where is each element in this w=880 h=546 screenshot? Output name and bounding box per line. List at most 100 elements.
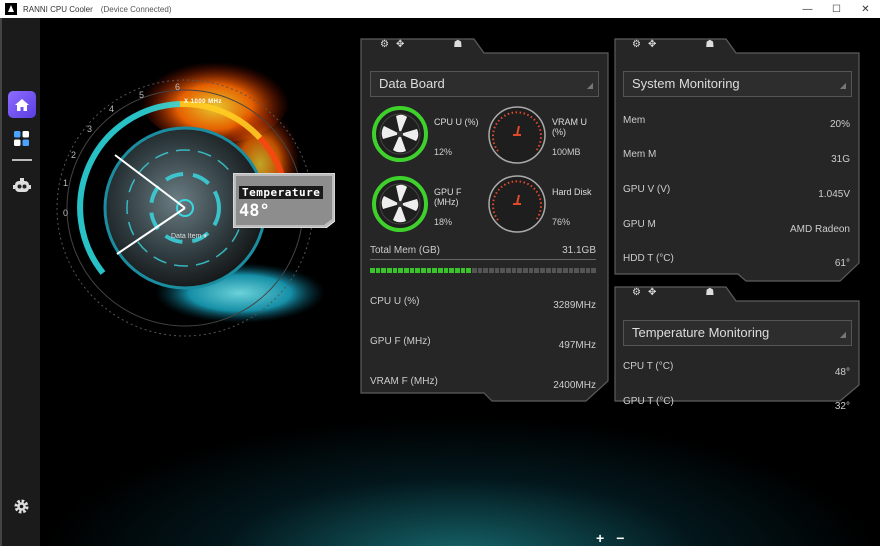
mascot-icon[interactable]: ☗	[453, 39, 462, 50]
cpu-usage-fan-dial	[372, 106, 428, 162]
panel-title: Temperature Monitoring ◢	[623, 320, 852, 346]
temp-row-value: 48°	[834, 367, 850, 378]
resize-icon[interactable]: ◢	[840, 323, 846, 347]
data-row-value: 497MHz	[558, 340, 596, 351]
total-mem-bar-segment	[579, 268, 585, 273]
dial-value: 12%	[434, 147, 453, 157]
system-row-value: 31G	[831, 154, 850, 165]
temperature-value: 48°	[239, 201, 270, 221]
total-mem-bar-segment	[477, 268, 483, 273]
data-item-label: Data Item	[171, 233, 202, 240]
panel-title-text: System Monitoring	[632, 76, 740, 91]
panel-title-text: Temperature Monitoring	[632, 325, 770, 340]
gear-icon	[14, 499, 29, 514]
gear-icon[interactable]: ⚙	[380, 39, 389, 50]
system-row-value: AMD Radeon	[789, 224, 850, 235]
background-glow	[40, 416, 880, 546]
main-area: 0 1 2 3 4 5 6 X 1000 MHz Data Item ▾ Tem…	[40, 18, 880, 546]
dial-value: 100MB	[552, 147, 581, 157]
resize-icon[interactable]: ◢	[587, 74, 593, 98]
system-row-label: Mem	[623, 115, 646, 126]
total-mem-bar-segment	[449, 268, 455, 273]
total-mem-bar-segment	[489, 268, 494, 273]
total-mem-bar-segment	[517, 268, 523, 273]
move-icon[interactable]: ✥	[648, 39, 656, 50]
gear-icon[interactable]: ⚙	[632, 39, 641, 50]
minimize-button[interactable]: —	[793, 0, 822, 18]
dial-label: GPU F (MHz)	[434, 187, 462, 207]
data-row-label: VRAM F (MHz)	[370, 376, 438, 387]
remove-widget-button[interactable]: −	[616, 530, 624, 546]
temperature-badge: Temperature 48°	[233, 173, 335, 228]
temp-row-label: GPU T (°C)	[623, 396, 674, 407]
gauge-tick: 5	[139, 90, 144, 100]
total-mem-bar-segment	[591, 268, 596, 273]
maximize-button[interactable]: ☐	[822, 0, 851, 18]
temperature-label: Temperature	[239, 186, 323, 199]
total-mem-bar-segment	[528, 268, 534, 273]
home-button[interactable]	[8, 91, 36, 118]
system-row-label: HDD T (°C)	[623, 253, 674, 264]
mascot-icon[interactable]: ☗	[705, 39, 714, 50]
apps-icon	[14, 131, 29, 146]
total-mem-bar-segment	[415, 268, 421, 273]
system-row-value: 20%	[829, 119, 850, 130]
app-logo-icon	[5, 3, 17, 15]
panel-title-text: Data Board	[379, 76, 445, 91]
total-mem-bar-segment	[562, 268, 568, 273]
hard-disk-needle-dial	[488, 175, 546, 233]
temperature-monitoring-panel: ⚙ ✥ ☗ Temperature Monitoring ◢ CPU T (°C…	[614, 285, 860, 412]
gauge-tick: 1	[63, 178, 68, 188]
system-row-value: 1.045V	[818, 189, 850, 200]
total-mem-bar-segment	[545, 268, 551, 273]
total-mem-bar-segment	[398, 268, 404, 273]
total-mem-bar-segment	[568, 268, 574, 273]
move-icon[interactable]: ✥	[396, 39, 404, 50]
data-board-panel: ⚙ ✥ ☗ Data Board ◢ CPU U (%) 12% VRAM U …	[360, 37, 609, 403]
total-mem-bar-segment	[534, 268, 540, 273]
total-mem-bar-segment	[506, 268, 511, 273]
mascot-icon[interactable]: ☗	[705, 287, 714, 298]
settings-button[interactable]	[13, 498, 30, 520]
gauge-tick: 3	[87, 124, 92, 134]
data-row-label: CPU U (%)	[370, 296, 420, 307]
total-mem-bar-segment	[455, 268, 460, 273]
system-row-label: GPU M	[623, 219, 656, 230]
total-mem-value: 31.1GB	[562, 245, 596, 256]
gauge-tick: 0	[63, 208, 68, 218]
title-bar: RANNI CPU Cooler (Device Connected) — ☐ …	[0, 0, 880, 18]
dial-label: VRAM U (%)	[552, 117, 588, 137]
total-mem-bar-segment	[438, 268, 443, 273]
total-mem-bar-segment	[585, 268, 591, 273]
total-mem-bar-segment	[421, 268, 426, 273]
total-mem-divider	[370, 259, 596, 260]
total-mem-bar-segment	[381, 268, 387, 273]
gauge-tick: 2	[71, 150, 76, 160]
apps-button[interactable]	[13, 130, 30, 152]
total-mem-bar-segment	[511, 268, 517, 273]
total-mem-bar-segment	[483, 268, 489, 273]
vram-usage-needle-dial	[488, 106, 546, 164]
device-button[interactable]	[13, 178, 31, 199]
data-item-selector[interactable]: Data Item ▾	[171, 232, 207, 240]
chevron-down-icon: ▾	[203, 233, 207, 240]
system-monitoring-panel: ⚙ ✥ ☗ System Monitoring ◢ Mem 20% Mem M …	[614, 37, 860, 283]
temp-row-value: 32°	[834, 401, 850, 412]
gauge-tick: 4	[109, 104, 114, 114]
total-mem-bar-segment	[392, 268, 398, 273]
resize-icon[interactable]: ◢	[840, 74, 846, 98]
move-icon[interactable]: ✥	[648, 287, 656, 298]
total-mem-bar-segment	[500, 268, 506, 273]
panel-title: System Monitoring ◢	[623, 71, 852, 97]
total-mem-bar-segment	[551, 268, 557, 273]
total-mem-bar-segment	[404, 268, 409, 273]
total-mem-bar-segment	[557, 268, 562, 273]
total-mem-bar-segment	[370, 268, 375, 273]
add-widget-button[interactable]: +	[596, 530, 604, 546]
temp-row-label: CPU T (°C)	[623, 361, 674, 372]
gauge-tick: 6	[175, 82, 180, 92]
gear-icon[interactable]: ⚙	[632, 287, 641, 298]
total-mem-bar-segment	[460, 268, 466, 273]
gauge-unit-label: X 1000 MHz	[184, 99, 223, 105]
close-button[interactable]: ✕	[851, 0, 880, 18]
